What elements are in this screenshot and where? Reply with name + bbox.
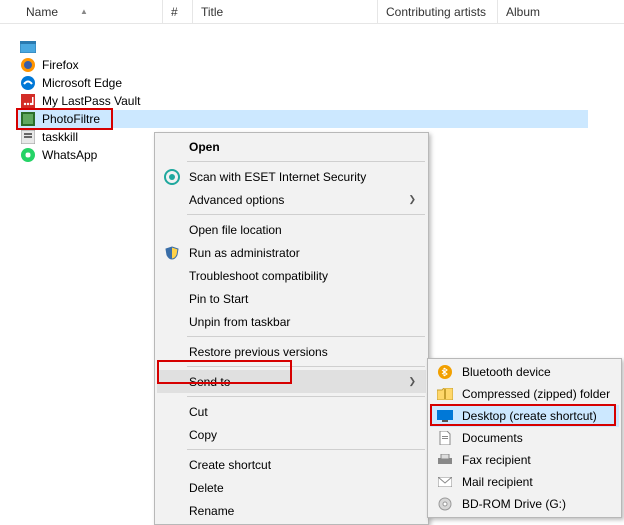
chevron-right-icon: ❯ xyxy=(408,194,416,205)
separator xyxy=(187,449,425,450)
disc-icon xyxy=(436,495,454,513)
separator xyxy=(187,214,425,215)
separator xyxy=(187,366,425,367)
col-contributing-artists[interactable]: Contributing artists xyxy=(378,0,498,23)
menu-rename[interactable]: Rename xyxy=(157,499,426,522)
sort-asc-icon: ▲ xyxy=(80,7,88,16)
chevron-right-icon: ❯ xyxy=(408,376,416,387)
col-number[interactable]: # xyxy=(163,0,193,23)
menu-send-to[interactable]: Send to ❯ xyxy=(157,370,426,393)
desktop-icon xyxy=(436,407,454,425)
sendto-fax[interactable]: Fax recipient xyxy=(430,449,619,471)
bluetooth-icon xyxy=(436,363,454,381)
sendto-bluetooth[interactable]: Bluetooth device xyxy=(430,361,619,383)
taskkill-icon xyxy=(20,129,36,145)
file-label: taskkill xyxy=(42,130,78,144)
sendto-documents[interactable]: Documents xyxy=(430,427,619,449)
file-label: Firefox xyxy=(42,58,79,72)
menu-open[interactable]: Open xyxy=(157,135,426,158)
list-item-selected[interactable]: PhotoFiltre xyxy=(18,110,588,128)
col-name[interactable]: Name ▲ xyxy=(18,0,163,23)
sendto-desktop[interactable]: Desktop (create shortcut) xyxy=(430,405,619,427)
menu-troubleshoot[interactable]: Troubleshoot compatibility xyxy=(157,264,426,287)
shield-icon xyxy=(163,244,181,262)
col-title[interactable]: Title xyxy=(193,0,378,23)
separator xyxy=(187,336,425,337)
context-menu: Open Scan with ESET Internet Security Ad… xyxy=(154,132,429,525)
menu-delete[interactable]: Delete xyxy=(157,476,426,499)
col-name-label: Name xyxy=(26,5,58,19)
file-label: Microsoft Edge xyxy=(42,76,122,90)
separator xyxy=(187,161,425,162)
menu-open-file-location[interactable]: Open file location xyxy=(157,218,426,241)
file-label: PhotoFiltre xyxy=(42,112,100,126)
fax-icon xyxy=(436,451,454,469)
whatsapp-icon xyxy=(20,147,36,163)
menu-unpin-from-taskbar[interactable]: Unpin from taskbar xyxy=(157,310,426,333)
lastpass-icon xyxy=(20,93,36,109)
menu-cut[interactable]: Cut xyxy=(157,400,426,423)
sendto-compressed[interactable]: Compressed (zipped) folder xyxy=(430,383,619,405)
mail-icon xyxy=(436,473,454,491)
list-item[interactable]: My LastPass Vault xyxy=(18,92,624,110)
menu-restore-versions[interactable]: Restore previous versions xyxy=(157,340,426,363)
firefox-icon xyxy=(20,57,36,73)
col-album[interactable]: Album xyxy=(498,0,624,23)
window-icon xyxy=(20,39,36,55)
separator xyxy=(187,396,425,397)
list-item[interactable]: Firefox xyxy=(18,56,624,74)
column-header-row: Name ▲ # Title Contributing artists Albu… xyxy=(0,0,624,24)
sendto-mail[interactable]: Mail recipient xyxy=(430,471,619,493)
menu-run-as-admin[interactable]: Run as administrator xyxy=(157,241,426,264)
menu-copy[interactable]: Copy xyxy=(157,423,426,446)
edge-icon xyxy=(20,75,36,91)
file-label: My LastPass Vault xyxy=(42,94,140,108)
menu-pin-to-start[interactable]: Pin to Start xyxy=(157,287,426,310)
list-item[interactable]: Microsoft Edge xyxy=(18,74,624,92)
eset-icon xyxy=(163,168,181,186)
menu-scan-eset[interactable]: Scan with ESET Internet Security xyxy=(157,165,426,188)
sendto-bdrom[interactable]: BD-ROM Drive (G:) xyxy=(430,493,619,515)
file-label: WhatsApp xyxy=(42,148,97,162)
photofiltre-icon xyxy=(20,111,36,127)
document-icon xyxy=(436,429,454,447)
menu-advanced-options[interactable]: Advanced options ❯ xyxy=(157,188,426,211)
menu-create-shortcut[interactable]: Create shortcut xyxy=(157,453,426,476)
send-to-submenu: Bluetooth device Compressed (zipped) fol… xyxy=(427,358,622,518)
zip-folder-icon xyxy=(436,385,454,403)
list-item[interactable] xyxy=(18,38,624,56)
